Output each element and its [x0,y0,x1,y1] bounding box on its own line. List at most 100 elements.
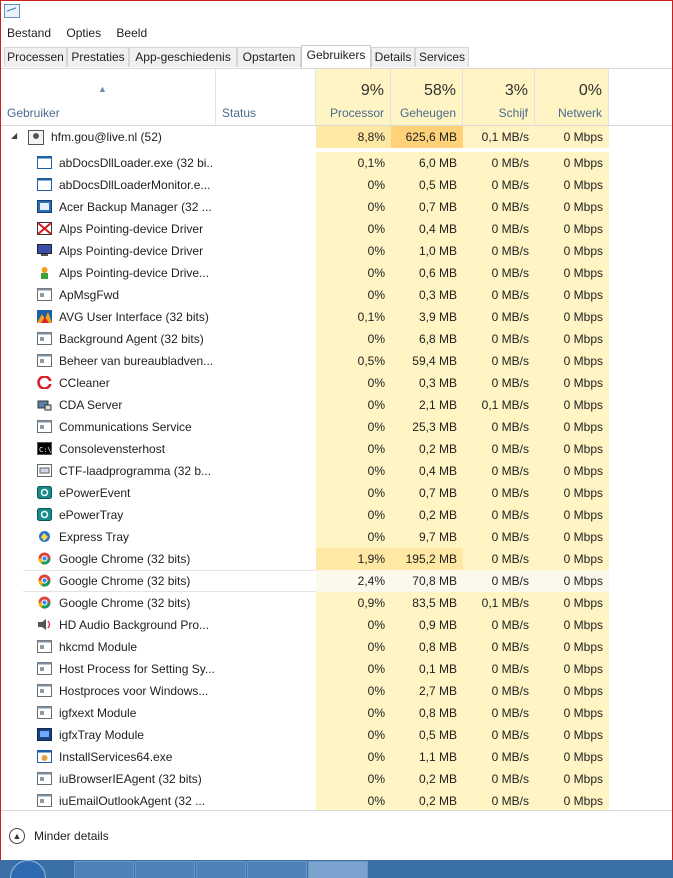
process-row[interactable]: CTF-laadprogramma (32 b... 0% 0,4 MB 0 MB/s… [1,460,672,482]
mem-cell: 1,1 MB [391,746,463,768]
process-row[interactable]: abDocsDllLoaderMonitor.e... 0% 0,5 MB 0 MB/… [1,174,672,196]
process-row[interactable]: iuBrowserIEAgent (32 bits) 0% 0,2 MB 0 MB/s… [1,768,672,790]
process-row[interactable]: igfxext Module 0% 0,8 MB 0 MB/s 0 Mbps [1,702,672,724]
process-row[interactable]: Beheer van bureaubladven... 0,5% 59,4 MB 0 … [1,350,672,372]
disk-cell: 0 MB/s [463,438,535,460]
service-icon [37,706,52,719]
mem-cell: 1,0 MB [391,240,463,262]
mem-cell: 6,0 MB [391,152,463,174]
net-cell: 0 Mbps [535,724,609,746]
process-row[interactable]: ePowerTray 0% 0,2 MB 0 MB/s 0 Mbps [1,504,672,526]
disk-cell: 0 MB/s [463,284,535,306]
taskbar-app-window[interactable] [74,861,134,878]
process-row[interactable]: CDA Server 0% 2,1 MB 0,1 MB/s 0 Mbps [1,394,672,416]
mem-cell: 59,4 MB [391,350,463,372]
process-row[interactable]: hkcmd Module 0% 0,8 MB 0 MB/s 0 Mbps [1,636,672,658]
alps-driver-icon [37,222,52,235]
process-row[interactable]: Google Chrome (32 bits) 2,4% 70,8 MB 0 MB/s… [1,570,672,592]
cpu-cell: 2,4% [316,570,391,592]
tab-gebruikers[interactable]: Gebruikers [301,45,371,68]
disk-cell: 0,1 MB/s [463,394,535,416]
ctf-icon [37,464,52,477]
tab-prestaties[interactable]: Prestaties [67,47,129,67]
cpu-cell: 0% [316,636,391,658]
net-cell: 0 Mbps [535,504,609,526]
net-cell: 0 Mbps [535,306,609,328]
process-row[interactable]: Google Chrome (32 bits) 0,9% 83,5 MB 0,1 MB… [1,592,672,614]
process-row[interactable]: iuEmailOutlookAgent (32 ... 0% 0,2 MB 0 MB/… [1,790,672,810]
collapse-up-icon[interactable]: ▲ [9,828,25,844]
column-status[interactable]: Status [216,69,316,125]
tab-app-geschiedenis[interactable]: App-geschiedenis [129,47,237,67]
process-name: Beheer van bureaubladven... [59,354,214,368]
epower-icon [37,486,52,499]
process-row[interactable]: Alps Pointing-device Driver 0% 1,0 MB 0 MB/… [1,240,672,262]
process-row[interactable]: abDocsDllLoader.exe (32 bi... 0,1% 6,0 MB 0… [1,152,672,174]
process-name: Google Chrome (32 bits) [59,596,191,610]
mem-cell: 0,2 MB [391,768,463,790]
disk-cell: 0 MB/s [463,306,535,328]
cpu-cell: 0% [316,218,391,240]
net-cell: 0 Mbps [535,460,609,482]
mem-cell: 25,3 MB [391,416,463,438]
process-row[interactable]: Background Agent (32 bits) 0% 6,8 MB 0 MB/s… [1,328,672,350]
disk-cell: 0 MB/s [463,526,535,548]
cpu-cell: 0% [316,746,391,768]
net-cell: 0 Mbps [535,658,609,680]
process-row[interactable]: Google Chrome (32 bits) 1,9% 195,2 MB 0 MB/… [1,548,672,570]
tab-opstarten[interactable]: Opstarten [237,47,301,67]
cpu-cell: 8,8% [316,126,391,148]
user-icon [28,130,44,145]
tab-details[interactable]: Details [371,47,415,67]
net-cell: 0 Mbps [535,416,609,438]
process-name: abDocsDllLoaderMonitor.e... [59,178,211,192]
column-schijf[interactable]: 3% Schijf [463,69,535,125]
menu-bestand[interactable]: Bestand [1,22,57,41]
net-cell: 0 Mbps [535,746,609,768]
tab-processen[interactable]: Processen [4,47,67,67]
process-row[interactable]: CCleaner 0% 0,3 MB 0 MB/s 0 Mbps [1,372,672,394]
process-row[interactable]: Hostproces voor Windows... 0% 2,7 MB 0 MB/s… [1,680,672,702]
column-schijf-label: Schijf [498,106,528,120]
net-cell: 0 Mbps [535,768,609,790]
process-name: InstallServices64.exe [59,750,173,764]
taskbar-app-explorer[interactable] [135,861,195,878]
collapse-triangle-icon[interactable]: ◢ [11,131,17,140]
mem-cell: 0,7 MB [391,196,463,218]
column-netwerk[interactable]: 0% Netwerk [535,69,609,125]
process-row[interactable]: Express Tray 0% 9,7 MB 0 MB/s 0 Mbps [1,526,672,548]
process-row[interactable]: ApMsgFwd 0% 0,3 MB 0 MB/s 0 Mbps [1,284,672,306]
column-gebruiker[interactable]: ▲ Gebruiker [1,69,216,125]
process-row[interactable]: Acer Backup Manager (32 ... 0% 0,7 MB 0 MB/… [1,196,672,218]
process-row[interactable]: Alps Pointing-device Drive... 0% 0,6 MB 0 M… [1,262,672,284]
process-row[interactable]: Host Process for Setting Sy... 0% 0,1 MB 0 … [1,658,672,680]
process-row[interactable]: C:\ Consolevensterhost 0% 0,2 MB 0 MB/s 0 Mbp… [1,438,672,460]
net-cell: 0 Mbps [535,218,609,240]
column-processor[interactable]: 9% Processor [316,69,391,125]
menu-beeld[interactable]: Beeld [110,22,153,41]
process-row[interactable]: Alps Pointing-device Driver 0% 0,4 MB 0 MB/… [1,218,672,240]
user-group-row[interactable]: ◢ hfm.gou@live.nl (52) 8,8% 625,6 MB 0,1… [1,126,672,148]
tab-services[interactable]: Services [415,47,469,67]
taskbar-app-task-manager[interactable] [308,861,368,878]
title-bar[interactable] [1,1,672,22]
process-row[interactable]: InstallServices64.exe 0% 1,1 MB 0 MB/s 0 Mbp… [1,746,672,768]
process-row[interactable]: Communications Service 0% 25,3 MB 0 MB/s 0 M… [1,416,672,438]
minder-details-link[interactable]: Minder details [34,829,109,843]
process-name: Alps Pointing-device Drive... [59,266,210,280]
process-row[interactable]: igfxTray Module 0% 0,5 MB 0 MB/s 0 Mbps [1,724,672,746]
mem-cell: 195,2 MB [391,548,463,570]
footer: ▲ Minder details [1,810,672,861]
mem-cell: 83,5 MB [391,592,463,614]
process-row[interactable]: AVG User Interface (32 bits) 0,1% 3,9 MB 0 … [1,306,672,328]
start-orb-icon[interactable] [10,860,46,878]
window-icon [37,156,52,169]
process-name: hkcmd Module [59,640,138,654]
column-geheugen[interactable]: 58% Geheugen [391,69,463,125]
taskbar-app-chrome[interactable] [196,861,246,878]
taskbar-app-skype[interactable] [247,861,307,878]
process-row[interactable]: HD Audio Background Pro... 0% 0,9 MB 0 MB/s… [1,614,672,636]
menu-opties[interactable]: Opties [60,22,107,41]
process-name: ApMsgFwd [59,288,120,302]
process-row[interactable]: ePowerEvent 0% 0,7 MB 0 MB/s 0 Mbps [1,482,672,504]
